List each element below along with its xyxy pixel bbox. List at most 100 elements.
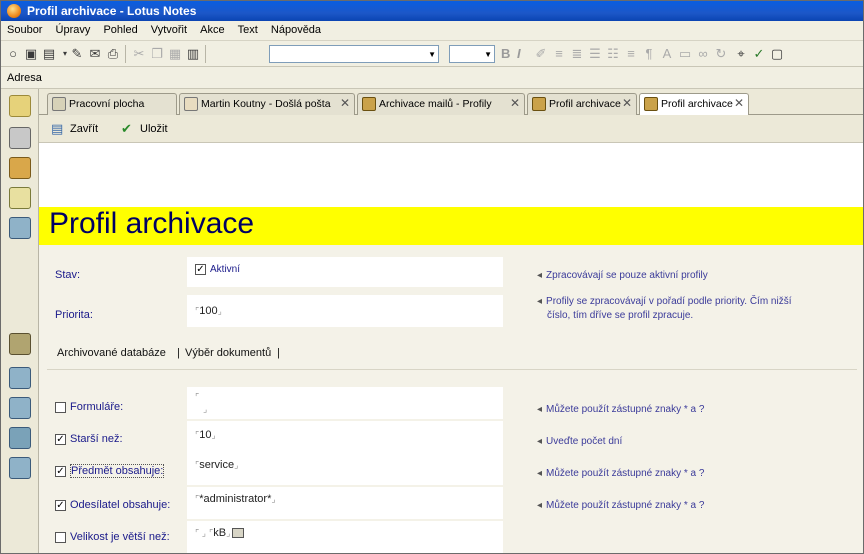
- bullet-list-icon[interactable]: ☰: [587, 46, 603, 62]
- close-icon[interactable]: ✕: [622, 96, 632, 110]
- predmet-row-label[interactable]: ✓ Předmět obsahuje:: [55, 464, 165, 478]
- priorita-label: Priorita:: [55, 309, 93, 321]
- checkbox-checked[interactable]: ✓: [195, 263, 206, 275]
- bookmark-folder-icon[interactable]: [9, 427, 31, 449]
- action-bar: ▤ Zavřít ✔ Uložit: [39, 115, 863, 143]
- align-icon[interactable]: ≡: [551, 46, 567, 62]
- predmet-hint: ◂ Můžete použít zástupné znaky * a ?: [537, 468, 705, 479]
- odesilatel-input[interactable]: ⌜*administrator*⌟: [195, 493, 276, 505]
- toolbar-separator: [205, 45, 206, 63]
- formulare-hint: ◂ Můžete použít zástupné znaky * a ?: [537, 404, 705, 415]
- tab-dosla-posta[interactable]: Martin Koutny - Došlá pošta ✕: [179, 93, 355, 115]
- subtab-underline: [47, 369, 857, 370]
- replication-bookmark-icon[interactable]: [9, 333, 31, 355]
- close-icon[interactable]: ✕: [734, 96, 744, 110]
- checkbox-unchecked[interactable]: [55, 401, 66, 413]
- tab-archivace-profily[interactable]: Archivace mailů - Profily ✕: [357, 93, 525, 115]
- clipboard-icon[interactable]: ▥: [185, 46, 201, 62]
- odesilatel-hint: ◂ Můžete použít zástupné znaky * a ?: [537, 500, 705, 511]
- binoculars-icon[interactable]: ⌖: [733, 46, 749, 62]
- tab-profil-archivace-2[interactable]: Profil archivace ✕: [639, 93, 749, 116]
- arrow-left-icon: ◂: [537, 404, 543, 415]
- highlighter-icon[interactable]: ✐: [533, 46, 549, 62]
- menu-akce[interactable]: Akce: [195, 21, 229, 36]
- formulare-field[interactable]: [187, 387, 503, 419]
- save-icon[interactable]: ▣: [23, 46, 39, 62]
- starsi-nez-row-label[interactable]: ✓ Starší než:: [55, 433, 123, 445]
- bookmarks-bar: [1, 89, 39, 553]
- lotus-notes-app-icon: [7, 4, 21, 18]
- mail-bookmark-icon[interactable]: [9, 95, 31, 117]
- italic-icon[interactable]: I: [517, 46, 521, 61]
- print-icon[interactable]: ⎙: [105, 46, 121, 62]
- paste-icon[interactable]: ▦: [167, 46, 183, 62]
- table-icon[interactable]: ▭: [677, 46, 693, 62]
- lotus-notes-window: Profil archivace - Lotus Notes Soubor Úp…: [0, 0, 864, 554]
- velikost-input[interactable]: ⌜ ⌟ ⌜kB⌟: [195, 527, 245, 539]
- address-label: Adresa: [7, 72, 42, 84]
- text-properties-icon[interactable]: A: [659, 46, 675, 62]
- cut-icon[interactable]: ✂: [131, 46, 147, 62]
- spellcheck-icon[interactable]: ✓: [751, 46, 767, 62]
- close-icon[interactable]: ✕: [340, 96, 350, 110]
- formulare-row-label[interactable]: Formuláře:: [55, 401, 123, 413]
- mail-icon[interactable]: ✉: [87, 46, 103, 62]
- arrow-left-icon: ◂: [537, 270, 543, 281]
- priorita-field[interactable]: [187, 295, 503, 327]
- close-icon[interactable]: ✕: [510, 96, 520, 110]
- menu-napoveda[interactable]: Nápověda: [266, 21, 326, 36]
- contacts-bookmark-icon[interactable]: [9, 157, 31, 179]
- calendar-bookmark-icon[interactable]: [9, 127, 31, 149]
- stav-label: Stav:: [55, 269, 81, 281]
- close-button[interactable]: ▤ Zavřít: [51, 121, 98, 137]
- save-button[interactable]: ✔ Uložit: [121, 121, 168, 137]
- edit-icon[interactable]: ✎: [69, 46, 85, 62]
- subtab-archivovane-databaze[interactable]: Archivované databáze: [57, 347, 166, 359]
- refresh-icon[interactable]: ↻: [713, 46, 729, 62]
- paragraph-icon[interactable]: ¶: [641, 46, 657, 62]
- close-document-icon: ▤: [51, 121, 64, 136]
- aktivni-checkbox[interactable]: ✓ Aktivní: [195, 263, 240, 275]
- open-folder-icon[interactable]: ▤: [41, 46, 57, 62]
- bookmark-folder-icon[interactable]: [9, 457, 31, 479]
- checkbox-checked[interactable]: ✓: [55, 499, 66, 511]
- bold-icon[interactable]: B: [501, 46, 510, 61]
- tab-bar: Pracovní plocha Martin Koutny - Došlá po…: [39, 89, 863, 116]
- window-icon[interactable]: ▢: [769, 46, 785, 62]
- link-icon[interactable]: ∞: [695, 46, 711, 62]
- bookmark-folder-icon[interactable]: [9, 367, 31, 389]
- checkbox-unchecked[interactable]: [55, 531, 66, 543]
- copy-icon[interactable]: ❐: [149, 46, 165, 62]
- predmet-input[interactable]: ⌜service⌟: [195, 459, 238, 471]
- circle-icon[interactable]: ○: [5, 46, 21, 62]
- menu-text[interactable]: Text: [233, 21, 263, 36]
- style-combo[interactable]: ▼: [269, 45, 439, 63]
- archive-icon: [532, 97, 546, 111]
- tab-profil-archivace-1[interactable]: Profil archivace ✕: [527, 93, 637, 115]
- justify-icon[interactable]: ≡: [623, 46, 639, 62]
- menu-upravy[interactable]: Úpravy: [51, 21, 96, 36]
- bookmark-folder-icon[interactable]: [9, 397, 31, 419]
- unit-dropdown-button[interactable]: [232, 528, 245, 539]
- databases-bookmark-icon[interactable]: [9, 217, 31, 239]
- subtab-vyber-dokumentu[interactable]: Výběr dokumentů: [185, 347, 271, 359]
- checkbox-checked[interactable]: ✓: [55, 465, 66, 477]
- subtab-divider: |: [177, 347, 180, 359]
- checkbox-checked[interactable]: ✓: [55, 433, 66, 445]
- font-size-combo[interactable]: ▼: [449, 45, 495, 63]
- indent-icon[interactable]: ≣: [569, 46, 585, 62]
- window-title: Profil archivace - Lotus Notes: [27, 4, 197, 18]
- todo-bookmark-icon[interactable]: [9, 187, 31, 209]
- velikost-row-label[interactable]: Velikost je větší než:: [55, 531, 170, 543]
- starsi-nez-field[interactable]: [187, 421, 503, 453]
- formulare-input[interactable]: ⌜ ⌟: [195, 391, 207, 415]
- starsi-nez-input[interactable]: ⌜10⌟: [195, 429, 216, 441]
- odesilatel-row-label[interactable]: ✓ Odesílatel obsahuje:: [55, 499, 170, 511]
- menu-soubor[interactable]: Soubor: [1, 21, 47, 36]
- tab-pracovni-plocha[interactable]: Pracovní plocha: [47, 93, 177, 115]
- priorita-hint: ◂ Profily se zpracovávají v pořadí podle …: [537, 296, 792, 321]
- priorita-input[interactable]: ⌜100⌟: [195, 305, 222, 317]
- menu-pohled[interactable]: Pohled: [98, 21, 142, 36]
- numbered-list-icon[interactable]: ☷: [605, 46, 621, 62]
- menu-vytvorit[interactable]: Vytvořit: [146, 21, 192, 36]
